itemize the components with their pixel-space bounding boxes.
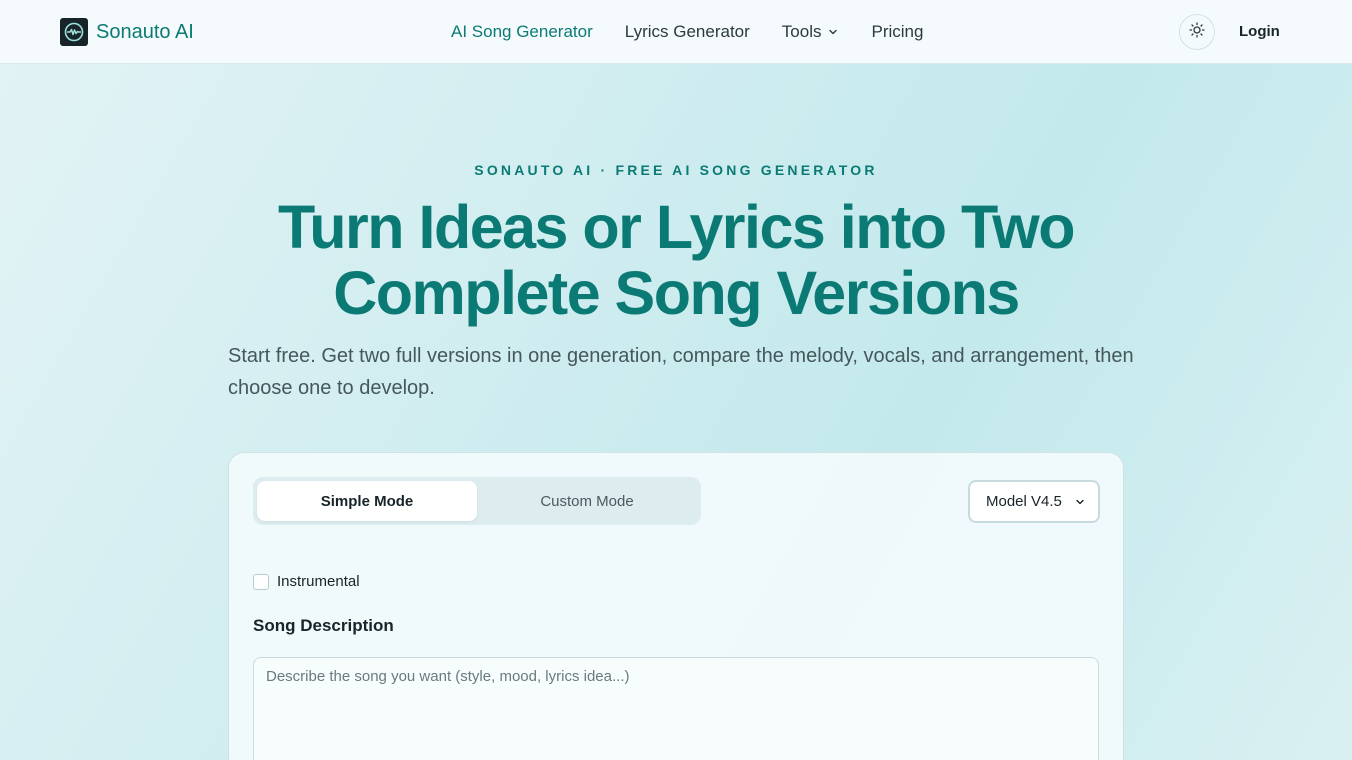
login-link[interactable]: Login	[1239, 23, 1280, 40]
nav-ai-song-generator[interactable]: AI Song Generator	[451, 22, 593, 42]
nav-tools[interactable]: Tools	[782, 22, 840, 42]
mode-switch: Simple Mode Custom Mode	[253, 477, 701, 525]
tab-simple-mode[interactable]: Simple Mode	[257, 481, 477, 521]
hero-subtitle: Start free. Get two full versions in one…	[228, 345, 1134, 399]
logo[interactable]: Sonauto AI	[60, 18, 194, 46]
model-select[interactable]: Model V4.5	[968, 480, 1100, 523]
chevron-down-icon	[1074, 496, 1086, 508]
instrumental-checkbox[interactable]	[253, 573, 269, 590]
theme-toggle-button[interactable]	[1179, 14, 1215, 50]
hero-title: Turn Ideas or Lyrics into Two Complete S…	[226, 194, 1126, 326]
model-select-value: Model V4.5	[986, 493, 1062, 510]
hero-eyebrow: SONAUTO AI · FREE AI SONG GENERATOR	[474, 162, 878, 178]
hero-title-line-1: Turn Ideas or Lyrics into Two	[278, 193, 1075, 261]
logo-text: Sonauto AI	[96, 20, 194, 43]
song-description-input[interactable]	[253, 657, 1099, 760]
hero-title-line-2: Complete Song Versions	[333, 259, 1020, 327]
site-header: Sonauto AI AI Song Generator Lyrics Gene…	[0, 0, 1352, 64]
waveform-logo-icon	[60, 18, 88, 46]
instrumental-option: Instrumental	[253, 573, 360, 590]
chevron-down-icon	[827, 26, 839, 38]
nav-tools-label: Tools	[781, 22, 822, 41]
nav-lyrics-generator[interactable]: Lyrics Generator	[625, 22, 750, 42]
song-generator-card: Simple Mode Custom Mode Model V4.5 Instr…	[228, 452, 1124, 760]
tab-custom-mode[interactable]: Custom Mode	[477, 481, 697, 521]
instrumental-label[interactable]: Instrumental	[277, 573, 360, 590]
nav-pricing[interactable]: Pricing	[871, 22, 923, 42]
sun-icon	[1189, 21, 1205, 43]
song-description-label: Song Description	[253, 616, 394, 635]
main-nav: AI Song Generator Lyrics Generator Tools…	[451, 22, 955, 42]
